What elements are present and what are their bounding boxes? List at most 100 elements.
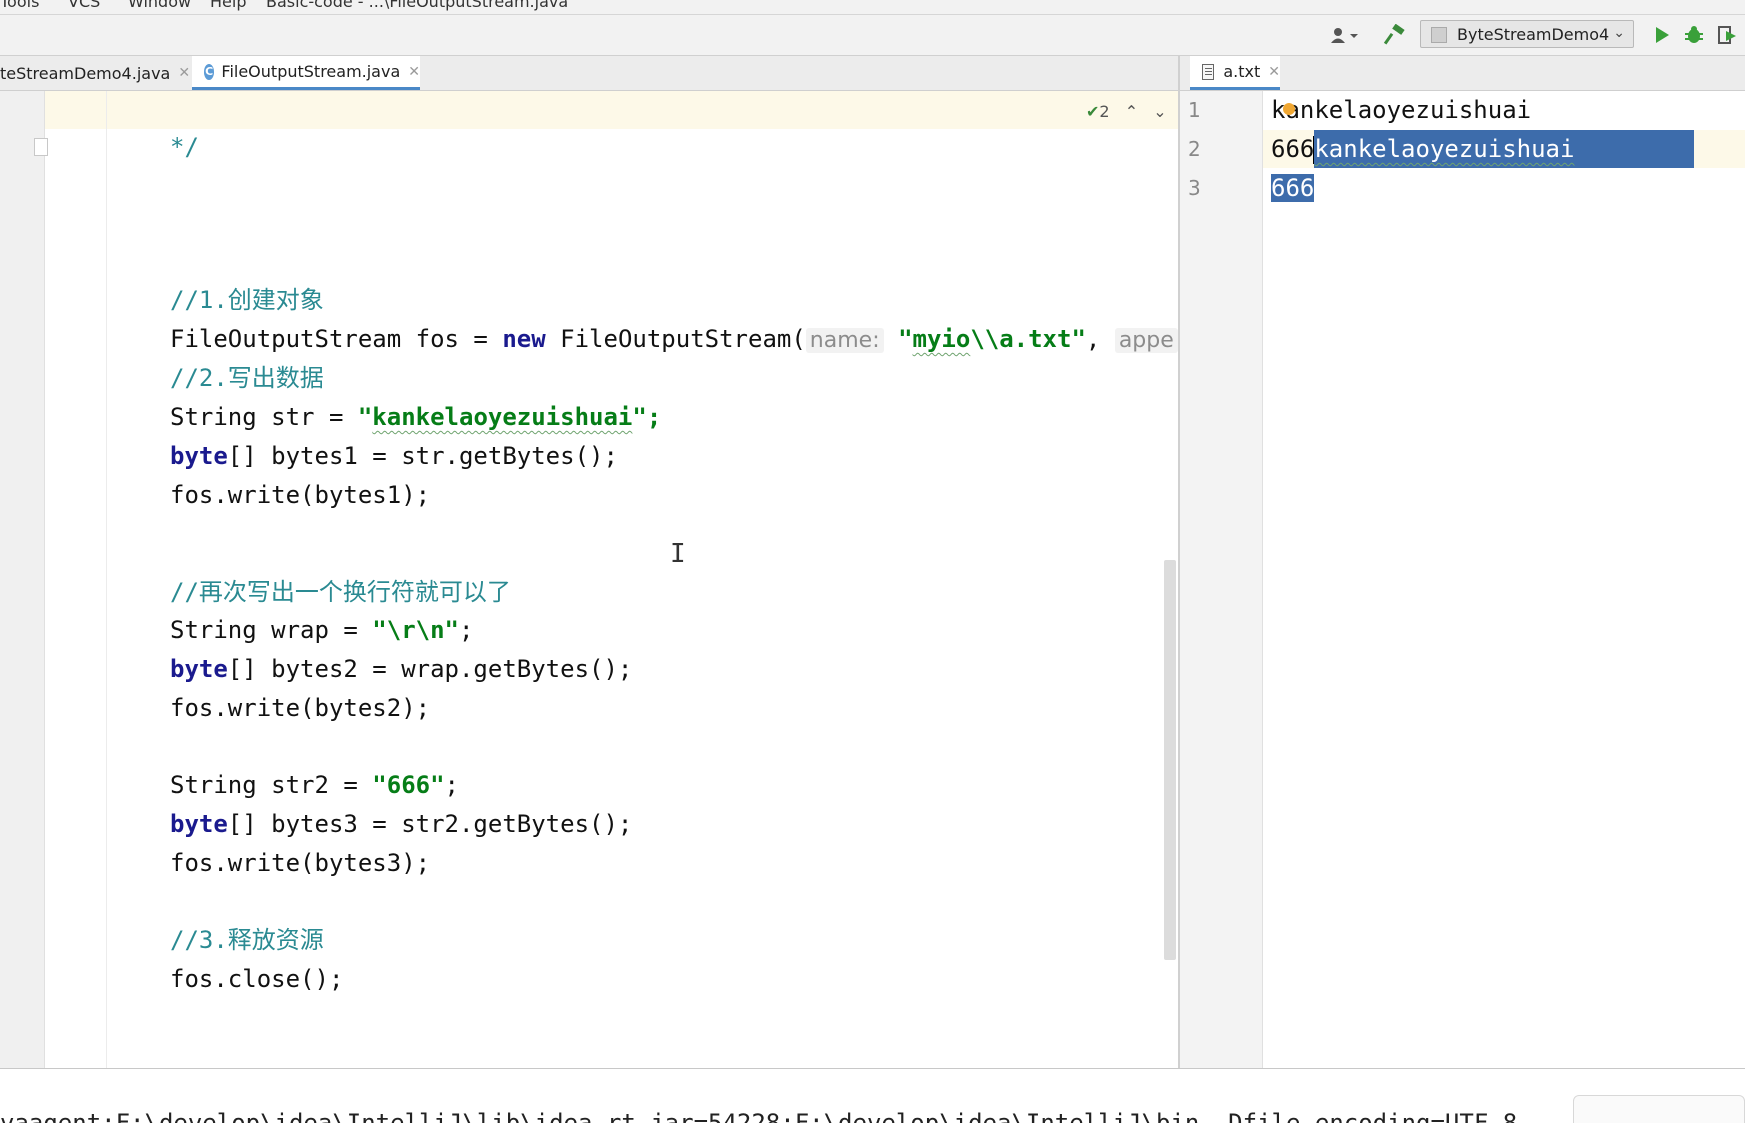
text-cursor-icon: I [670,539,686,569]
run-console: vaagent:F:\develop\idea\IntelliJ\lib\ide… [0,1069,1745,1123]
run-configuration-select[interactable]: ByteStreamDemo4 ⌄ [1420,20,1634,48]
selected-text: kankelaoyezuishuai [1314,130,1695,168]
line-number: 1 [1188,98,1201,122]
code-line[interactable]: byte[] bytes3 = str2.getBytes(); [170,805,632,843]
left-tab-bar: teStreamDemo4.java ✕ C FileOutputStream.… [0,56,1178,91]
string-literal: "\r\n" [372,616,459,644]
code-line[interactable]: byte[] bytes1 = str.getBytes(); [170,437,618,475]
comment: //1.创建对象 [170,286,324,314]
line-number-gutter [1180,91,1263,1068]
code-line[interactable]: fos.write(bytes2); [170,689,430,727]
code-text: fos.close(); [170,965,344,993]
text-file-icon [1202,63,1215,80]
code-line[interactable]: fos.write(bytes1); [170,476,430,514]
tab-fileoutputstream[interactable]: C FileOutputStream.java ✕ [192,56,420,90]
fold-gutter [44,91,107,1068]
run-icon[interactable] [1648,21,1676,49]
comment: //3.释放资源 [170,926,324,954]
selected-text: 666 [1271,174,1315,202]
lightbulb-icon[interactable] [1283,103,1295,115]
comment: //再次写出一个换行符就可以了 [170,578,511,606]
chevron-down-icon[interactable]: ⌄ [1153,102,1166,121]
code-text: ; [444,771,459,799]
code-line[interactable]: String str = "kankelaoyezuishuai"; [170,398,661,436]
comment: //2.写出数据 [170,364,324,392]
right-tab-bar: a.txt ✕ [1180,56,1745,91]
code-line[interactable]: */ [170,128,199,166]
line-gutter [0,91,45,1068]
menu-window[interactable]: Window [128,0,191,11]
tab-bytestreamdemo4[interactable]: teStreamDemo4.java ✕ [0,56,190,90]
vertical-scrollbar[interactable] [1164,560,1176,960]
close-icon[interactable]: ✕ [408,64,420,80]
code-text: FileOutputStream fos = [170,325,503,353]
parameter-hint: name: [805,328,884,353]
keyword: byte [170,810,228,838]
keyword: new [502,325,546,353]
inspection-count: 2 [1099,102,1110,121]
current-line-highlight [0,91,1178,129]
hammer-icon[interactable] [1380,21,1410,49]
menu-bar: Tools VCS Window Help Basic-code - ...\F… [0,0,1745,15]
code-line[interactable]: String str2 = "666"; [170,766,459,804]
window-title: Basic-code - ...\FileOutputStream.java [266,0,569,11]
file-text: 666 [1271,135,1315,163]
string-literal: \\a.txt" [970,325,1086,353]
code-text: fos.write(bytes3); [170,849,431,877]
code-line[interactable]: fos.close(); [170,960,343,998]
file-line[interactable]: kankelaoyezuishuai [1271,91,1531,129]
code-line[interactable]: FileOutputStream fos = new FileOutputStr… [170,320,1178,360]
text-file-pane: a.txt ✕ 1 2 3 kankelaoyezuishuai 666kank… [1180,56,1745,1068]
string-literal: kankelaoyezuishuai [372,403,633,431]
class-icon: C [204,63,215,80]
tab-a-txt[interactable]: a.txt ✕ [1190,56,1280,90]
code-line[interactable]: fos.write(bytes3); [170,844,430,882]
code-line[interactable]: String wrap = "\r\n"; [170,611,473,649]
close-icon[interactable]: ✕ [1268,64,1280,80]
chevron-down-icon: ⌄ [1613,25,1625,41]
tab-label: a.txt [1223,62,1261,81]
line-number: 2 [1188,137,1201,161]
code-text: [] bytes2 = wrap.getBytes(); [227,655,633,683]
check-icon: ✔ [1086,102,1100,121]
inspection-widget[interactable]: ✔2 ⌃ ⌄ [1086,102,1167,121]
user-icon[interactable] [1328,21,1362,49]
menu-vcs[interactable]: VCS [68,0,100,11]
menu-tools[interactable]: Tools [0,0,39,11]
string-literal: "666" [372,771,445,799]
code-text: ; [459,616,474,644]
fold-marker-icon[interactable] [34,138,48,156]
code-text: [] bytes1 = str.getBytes(); [227,442,618,470]
line-number: 3 [1188,176,1201,200]
code-text: [] bytes3 = str2.getBytes(); [227,810,633,838]
code-text: fos.write(bytes1); [170,481,431,509]
run-config-icon [1431,27,1447,43]
code-text: , [1085,325,1115,353]
string-literal: myio [912,325,971,353]
code-text: */ [170,133,199,161]
code-line[interactable]: byte[] bytes2 = wrap.getBytes(); [170,650,632,688]
chevron-up-icon[interactable]: ⌃ [1125,102,1138,121]
string-quote: " [357,403,373,431]
keyword: byte [170,442,228,470]
code-line[interactable]: //3.释放资源 [170,921,324,959]
coverage-icon[interactable] [1712,21,1742,49]
close-icon[interactable]: ✕ [178,65,190,81]
file-line[interactable]: 666kankelaoyezuishuai [1271,130,1695,168]
tab-label: teStreamDemo4.java [0,63,171,83]
file-text: kankelaoyezuishuai [1271,96,1532,124]
console-tooltip [1573,1095,1745,1123]
debug-icon[interactable] [1680,21,1708,49]
code-line[interactable]: //2.写出数据 [170,359,324,397]
code-text: String wrap = [170,616,373,644]
tab-label: FileOutputStream.java [221,62,401,81]
code-text: String str2 = [170,771,373,799]
menu-help[interactable]: Help [210,0,246,11]
console-command-line: vaagent:F:\develop\idea\IntelliJ\lib\ide… [0,1109,1547,1123]
keyword: byte [170,655,228,683]
code-text: String str = [170,403,358,431]
code-line[interactable]: //再次写出一个换行符就可以了 [170,573,511,611]
file-line[interactable]: 666 [1271,169,1315,207]
code-text: fos.write(bytes2); [170,694,431,722]
code-line[interactable]: //1.创建对象 [170,281,324,319]
